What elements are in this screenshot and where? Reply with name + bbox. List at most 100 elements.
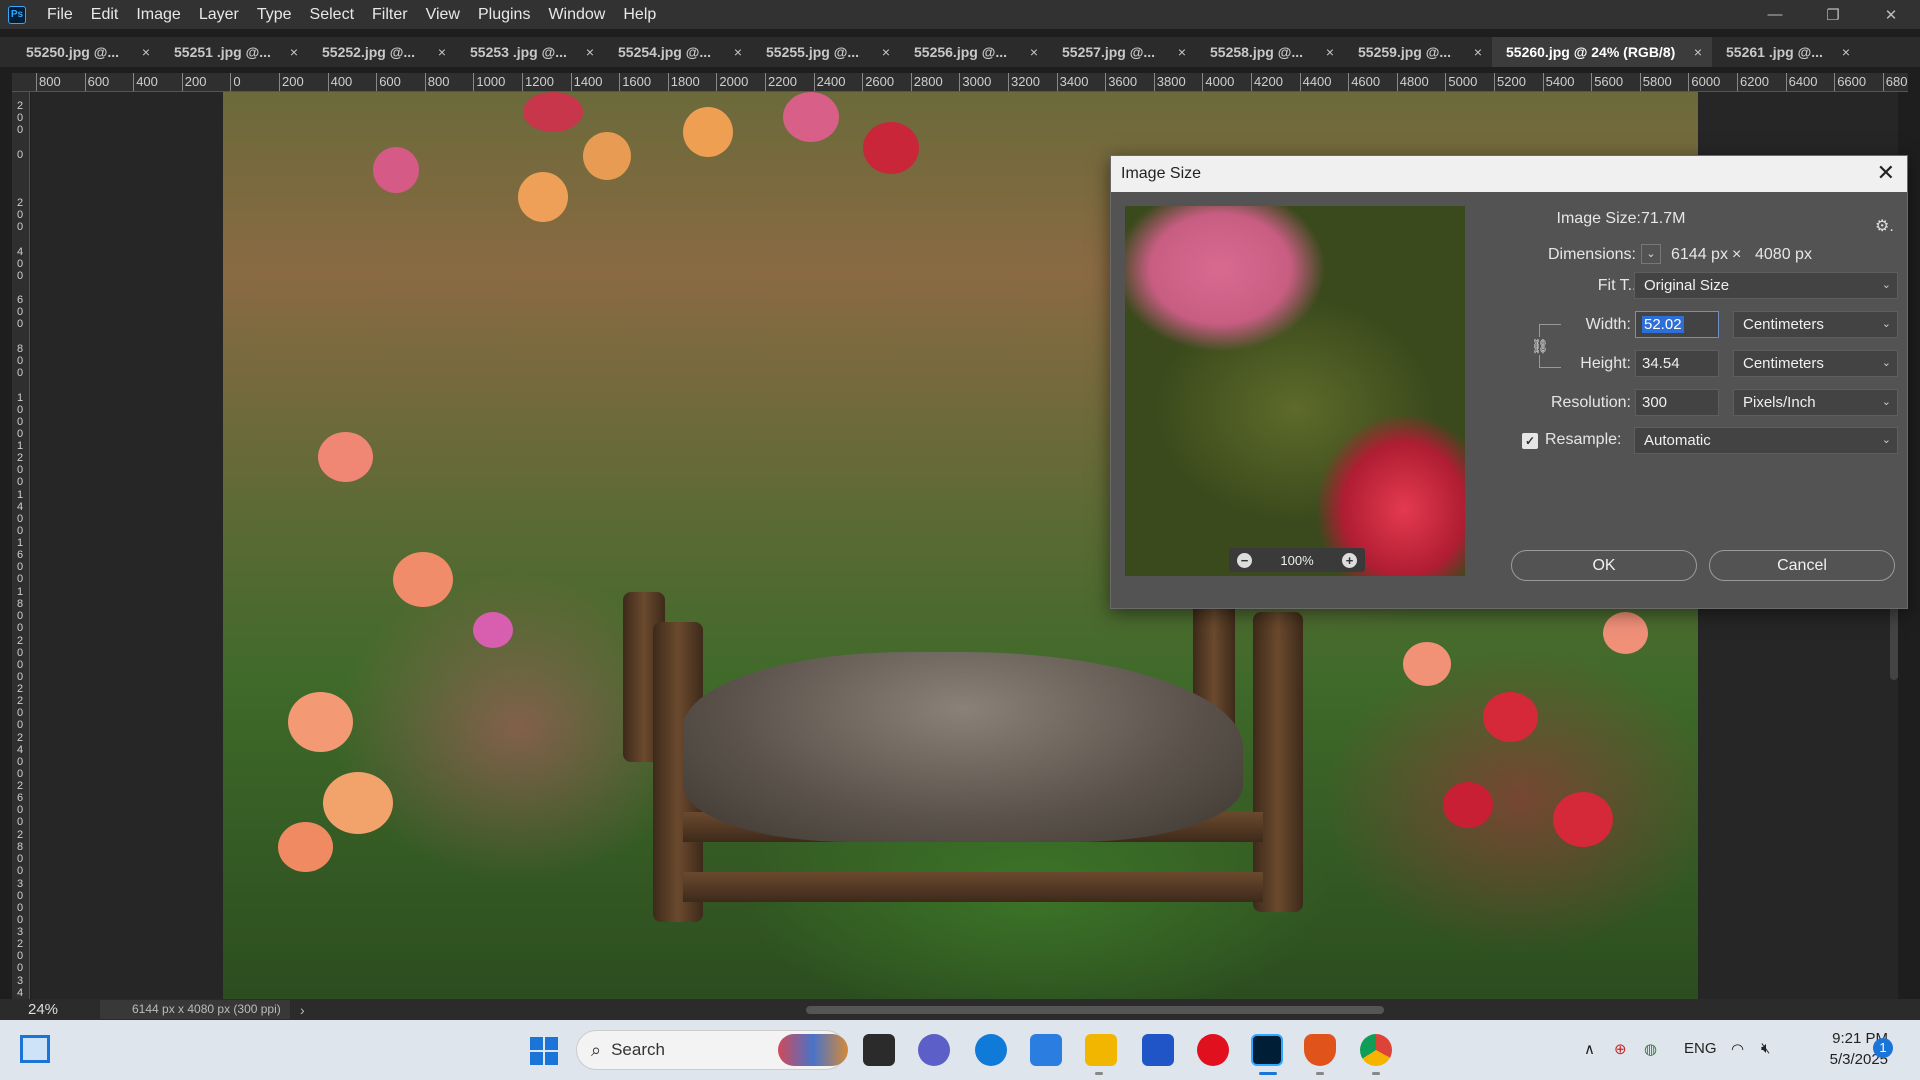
tab-close-icon[interactable]: × <box>882 44 890 60</box>
menu-help[interactable]: Help <box>614 0 665 29</box>
brave-browser-icon[interactable] <box>1304 1034 1336 1066</box>
menu-image[interactable]: Image <box>127 0 189 29</box>
volume-muted-icon[interactable]: 🔇︎ <box>1761 1040 1770 1057</box>
ruler-tick-label: 4000 <box>1202 73 1235 91</box>
running-indicator <box>1372 1072 1380 1075</box>
search-highlight-icon[interactable] <box>778 1034 848 1066</box>
height-unit-select[interactable]: Centimeters ⌄ <box>1733 350 1898 377</box>
menu-layer[interactable]: Layer <box>190 0 248 29</box>
height-value: 34.54 <box>1642 355 1680 372</box>
resample-select[interactable]: Automatic ⌄ <box>1634 427 1898 454</box>
tab-close-icon[interactable]: × <box>1178 44 1186 60</box>
tab-label: 55255.jpg @... <box>766 44 860 60</box>
dialog-close-icon[interactable]: ✕ <box>1877 160 1895 186</box>
snipping-tool-icon[interactable] <box>1030 1034 1062 1066</box>
ruler-tick-label: 1400 <box>570 73 603 91</box>
ruler-tick-label: 3000 <box>959 73 992 91</box>
zoom-level-field[interactable]: 24% <box>0 1001 100 1018</box>
start-menu-icon[interactable] <box>530 1037 558 1065</box>
ruler-tick-label: 800 <box>424 73 450 91</box>
status-menu-arrow-icon[interactable]: › <box>300 1002 305 1018</box>
ok-button[interactable]: OK <box>1511 550 1697 581</box>
restore-button[interactable]: ❐ <box>1804 0 1862 29</box>
menu-file[interactable]: File <box>38 0 82 29</box>
opera-browser-icon[interactable] <box>1197 1034 1229 1066</box>
wifi-icon[interactable]: ◠ <box>1731 1040 1744 1058</box>
ruler-tick-label: 800 <box>16 343 24 379</box>
document-tab[interactable]: 55255.jpg @... × <box>752 37 900 67</box>
photoshop-taskbar-icon[interactable] <box>1251 1034 1283 1066</box>
menu-plugins[interactable]: Plugins <box>469 0 539 29</box>
menu-view[interactable]: View <box>417 0 469 29</box>
dialog-titlebar[interactable]: Image Size ✕ <box>1111 156 1907 192</box>
fit-to-select[interactable]: Original Size ⌄ <box>1634 272 1898 299</box>
tab-close-icon[interactable]: × <box>142 44 150 60</box>
zoom-in-icon[interactable]: + <box>1342 552 1357 568</box>
menu-window[interactable]: Window <box>539 0 614 29</box>
window-controls: — ❐ ✕ <box>1746 0 1920 29</box>
ruler-tick-label: 4200 <box>1251 73 1283 91</box>
document-tab[interactable]: 55254.jpg @... × <box>604 37 752 67</box>
resolution-field[interactable]: 300 <box>1635 389 1719 416</box>
document-tab[interactable]: 55260.jpg @ 24% (RGB/8) × <box>1492 37 1712 67</box>
minimize-button[interactable]: — <box>1746 0 1804 29</box>
height-field[interactable]: 34.54 <box>1635 350 1719 377</box>
tab-label: 55259.jpg @... <box>1358 44 1452 60</box>
running-indicator <box>1316 1072 1324 1075</box>
menu-filter[interactable]: Filter <box>363 0 417 29</box>
tab-close-icon[interactable]: × <box>438 44 446 60</box>
document-tab[interactable]: 55252.jpg @... × <box>308 37 456 67</box>
horizontal-ruler[interactable]: 800 600 400 200 0 200 400 600 800 1000 1200 1400 160… <box>12 73 1908 92</box>
tab-close-icon[interactable]: × <box>1474 44 1482 60</box>
tab-close-icon[interactable]: × <box>290 44 298 60</box>
document-tab[interactable]: 55253 .jpg @... × <box>456 37 604 67</box>
windows-taskbar: ⌕ Search ∧ ⊕ ◍ ENG ◠ 🔇︎ 9:21 PM 5/3/2025… <box>0 1020 1920 1080</box>
dimensions-units-chevron-icon[interactable]: ⌄ <box>1641 244 1661 264</box>
notification-badge[interactable]: 1 <box>1873 1038 1893 1058</box>
tab-close-icon[interactable]: × <box>586 44 594 60</box>
image-preview[interactable]: − 100% + <box>1125 206 1465 576</box>
document-tab[interactable]: 55250.jpg @... × <box>12 37 160 67</box>
show-hidden-icons-icon[interactable]: ∧ <box>1584 1040 1595 1058</box>
network-globe-icon[interactable]: ◍ <box>1644 1040 1657 1058</box>
chrome-browser-icon[interactable] <box>1360 1034 1392 1066</box>
tab-close-icon[interactable]: × <box>1694 44 1702 60</box>
document-tab[interactable]: 55259.jpg @... × <box>1344 37 1492 67</box>
task-view-icon[interactable] <box>863 1034 895 1066</box>
document-tab[interactable]: 55256.jpg @... × <box>900 37 1048 67</box>
ruler-tick-label: 2600 <box>16 780 24 829</box>
tab-close-icon[interactable]: × <box>1842 44 1850 60</box>
menu-select[interactable]: Select <box>301 0 363 29</box>
gear-icon[interactable]: ⚙. <box>1875 216 1894 236</box>
document-tab[interactable]: 55261 .jpg @... × <box>1712 37 1860 67</box>
resolution-unit-select[interactable]: Pixels/Inch ⌄ <box>1733 389 1898 416</box>
widgets-icon[interactable] <box>20 1035 50 1063</box>
vertical-ruler[interactable]: 200 0 200 400 600 800 1000 1200 1400 1600 1800 2000… <box>12 92 30 1000</box>
tab-close-icon[interactable]: × <box>1030 44 1038 60</box>
cancel-button[interactable]: Cancel <box>1709 550 1895 581</box>
ruler-tick-label: 1800 <box>667 73 700 91</box>
tab-close-icon[interactable]: × <box>1326 44 1334 60</box>
teams-chat-icon[interactable] <box>918 1034 950 1066</box>
height-unit-value: Centimeters <box>1743 355 1824 372</box>
ruler-tick-label: 2400 <box>813 73 846 91</box>
close-window-button[interactable]: ✕ <box>1862 0 1920 29</box>
language-indicator[interactable]: ENG <box>1684 1040 1717 1057</box>
width-field[interactable]: 52.02 <box>1635 311 1719 338</box>
file-explorer-icon[interactable] <box>1085 1034 1117 1066</box>
edge-browser-icon[interactable] <box>975 1034 1007 1066</box>
zoom-out-icon[interactable]: − <box>1237 552 1252 568</box>
ruler-tick-label: 1000 <box>16 391 24 440</box>
resample-checkbox[interactable]: ✓ <box>1522 433 1538 449</box>
menu-type[interactable]: Type <box>248 0 301 29</box>
document-tab[interactable]: 55257.jpg @... × <box>1048 37 1196 67</box>
microsoft-store-icon[interactable] <box>1142 1034 1174 1066</box>
link-proportions-icon[interactable]: ⛓ <box>1531 337 1549 355</box>
width-unit-select[interactable]: Centimeters ⌄ <box>1733 311 1898 338</box>
document-tab[interactable]: 55251 .jpg @... × <box>160 37 308 67</box>
menu-edit[interactable]: Edit <box>82 0 128 29</box>
document-tab[interactable]: 55258.jpg @... × <box>1196 37 1344 67</box>
horizontal-scroll-thumb[interactable] <box>806 1006 1384 1014</box>
tab-close-icon[interactable]: × <box>734 44 742 60</box>
vpn-icon[interactable]: ⊕ <box>1614 1040 1627 1058</box>
